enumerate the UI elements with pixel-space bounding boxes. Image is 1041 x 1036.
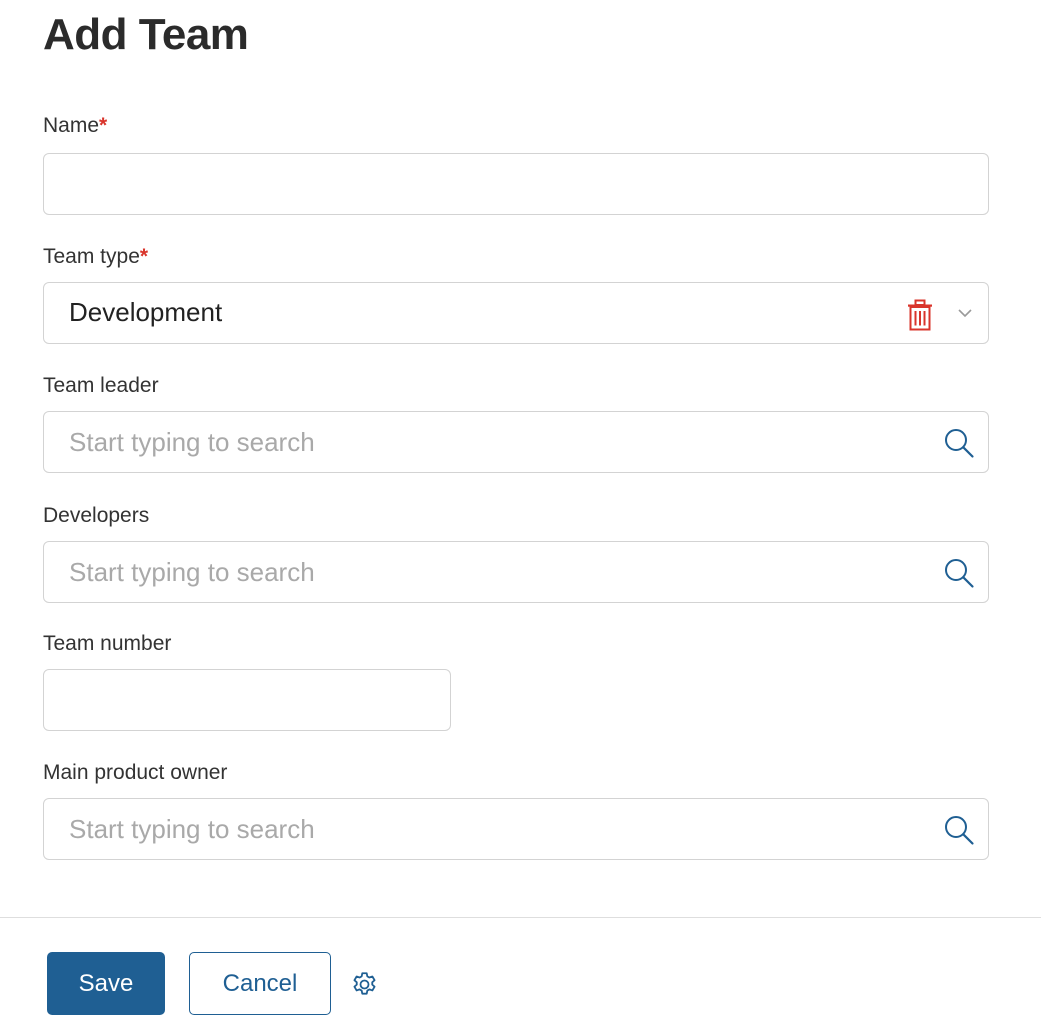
save-button[interactable]: Save [47,952,165,1015]
name-field-box [43,153,989,215]
name-label-text: Name [43,114,100,137]
team-type-label: Team type* [43,245,148,269]
team-type-label-text: Team type [43,245,140,268]
developers-search-input[interactable] [44,542,988,602]
main-product-owner-label: Main product owner [43,761,228,784]
search-icon[interactable] [943,814,975,846]
main-product-owner-search-input[interactable] [44,799,988,859]
team-leader-field-box [43,411,989,473]
trash-icon[interactable] [905,299,935,331]
developers-field-box [43,541,989,603]
search-icon[interactable] [943,557,975,589]
team-number-label: Team number [43,632,172,655]
page-title: Add Team [43,10,249,59]
team-leader-search-input[interactable] [44,412,988,472]
search-icon[interactable] [943,427,975,459]
name-input[interactable] [44,154,988,214]
gear-icon[interactable] [349,969,380,1000]
main-product-owner-field-box [43,798,989,860]
team-type-value: Development [69,297,223,327]
team-leader-label: Team leader [43,374,159,397]
name-label: Name* [43,114,107,138]
developers-label: Developers [43,504,150,527]
team-number-input[interactable] [44,670,450,730]
required-marker: * [99,114,108,137]
chevron-down-icon[interactable] [957,307,973,319]
team-number-field-box [43,669,451,731]
footer-divider [0,917,1041,918]
team-type-select[interactable]: Development [43,282,989,344]
cancel-button[interactable]: Cancel [189,952,331,1015]
required-marker: * [139,245,149,268]
add-team-form: Add Team Name* Team type* Development Te… [0,0,1041,1036]
